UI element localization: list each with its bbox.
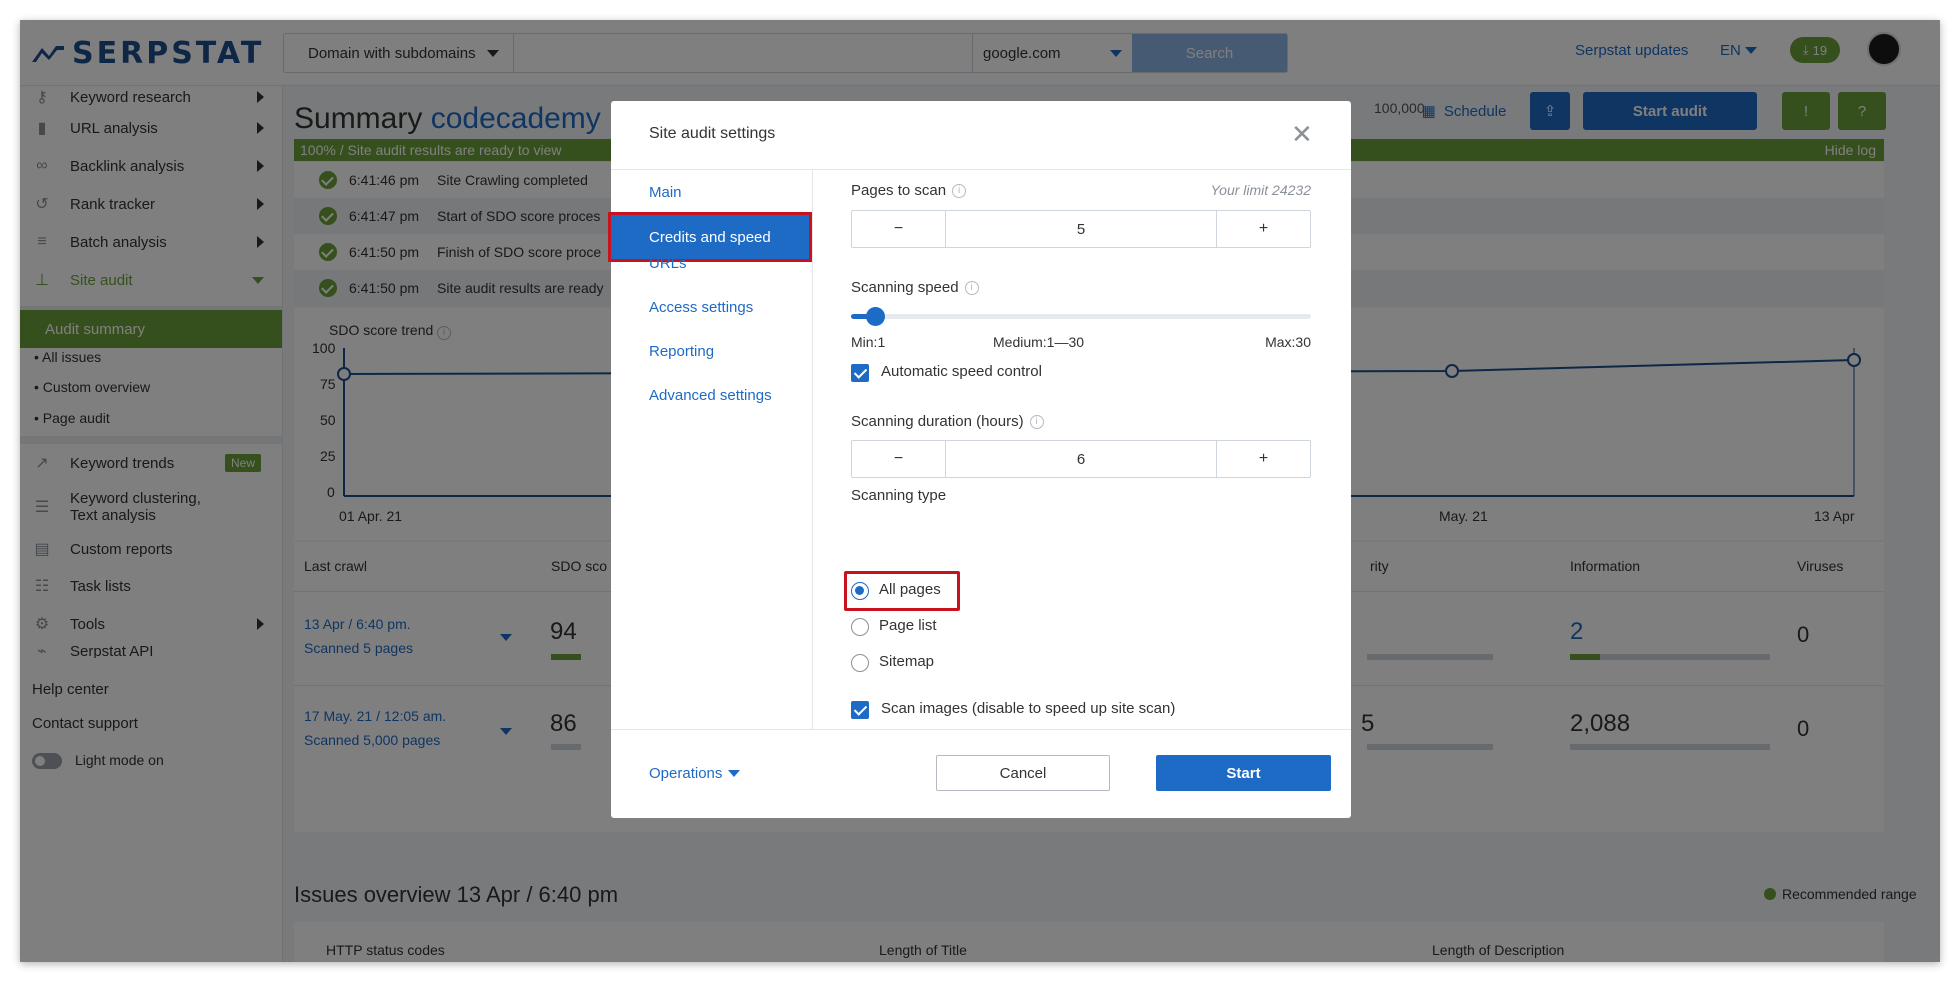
modal-nav-urls[interactable]: URLs [649, 255, 687, 272]
pages-to-scan-text: Pages to scan [851, 182, 947, 199]
scanning-duration-stepper: − 6 + [851, 440, 1311, 478]
radio-page-list[interactable] [851, 618, 869, 636]
pages-decrement-button[interactable]: − [852, 211, 945, 247]
scan-images-checkbox[interactable] [851, 701, 869, 719]
radio-sitemap-label: Sitemap [879, 653, 935, 670]
pages-to-scan-input[interactable]: 5 [945, 211, 1217, 247]
radio-sitemap[interactable] [851, 654, 869, 672]
app-window: SERPSTAT Domain with subdomains google.c… [20, 20, 1940, 962]
modal-nav-main[interactable]: Main [649, 184, 682, 201]
speed-medium-label: Medium:1—30 [993, 334, 1085, 350]
pages-to-scan-stepper: − 5 + [851, 210, 1311, 248]
speed-max-label: Max:30 [1265, 334, 1311, 350]
pages-increment-button[interactable]: + [1217, 211, 1310, 247]
automatic-speed-checkbox[interactable] [851, 364, 869, 382]
scanning-type-label: Scanning type [851, 487, 946, 504]
modal-nav-access-settings[interactable]: Access settings [649, 299, 753, 316]
start-button[interactable]: Start [1156, 755, 1331, 791]
pages-limit-text: Your limit 24232 [1210, 182, 1311, 198]
close-icon[interactable]: ✕ [1291, 121, 1313, 147]
duration-increment-button[interactable]: + [1217, 441, 1310, 477]
operations-dropdown[interactable]: Operations [649, 765, 741, 782]
operations-label: Operations [649, 765, 723, 782]
modal-nav-advanced-settings[interactable]: Advanced settings [649, 387, 772, 404]
info-icon[interactable]: i [964, 280, 979, 295]
modal-nav-divider [812, 170, 813, 730]
modal-footer-divider [611, 729, 1351, 730]
modal-header-divider [611, 169, 1351, 170]
scanning-duration-label: Scanning duration (hours) i [851, 413, 1044, 430]
duration-decrement-button[interactable]: − [852, 441, 945, 477]
scan-images-label: Scan images (disable to speed up site sc… [881, 700, 1176, 717]
automatic-speed-label: Automatic speed control [881, 363, 1042, 380]
info-icon[interactable]: i [1029, 414, 1044, 429]
speed-min-label: Min:1 [851, 334, 886, 350]
info-icon[interactable]: i [952, 183, 967, 198]
radio-page-list-label: Page list [879, 617, 937, 634]
scanning-duration-input[interactable]: 6 [945, 441, 1217, 477]
radio-all-pages[interactable] [851, 582, 869, 600]
scanning-speed-handle[interactable] [866, 307, 885, 326]
site-audit-settings-modal: Site audit settings ✕ Main Credits and s… [608, 101, 1351, 818]
pages-to-scan-label: Pages to scan i [851, 182, 967, 199]
modal-nav-reporting[interactable]: Reporting [649, 343, 714, 360]
modal-title: Site audit settings [649, 125, 776, 142]
radio-all-pages-label: All pages [879, 581, 941, 598]
scanning-speed-text: Scanning speed [851, 279, 959, 296]
scanning-speed-label: Scanning speed i [851, 279, 979, 296]
chevron-down-icon [728, 770, 741, 777]
scanning-duration-text: Scanning duration (hours) [851, 413, 1024, 430]
scanning-speed-slider[interactable] [851, 314, 1311, 319]
scanning-type-text: Scanning type [851, 487, 947, 504]
cancel-button[interactable]: Cancel [936, 755, 1110, 791]
modal-nav-credits-and-speed[interactable]: Credits and speed [608, 212, 812, 262]
